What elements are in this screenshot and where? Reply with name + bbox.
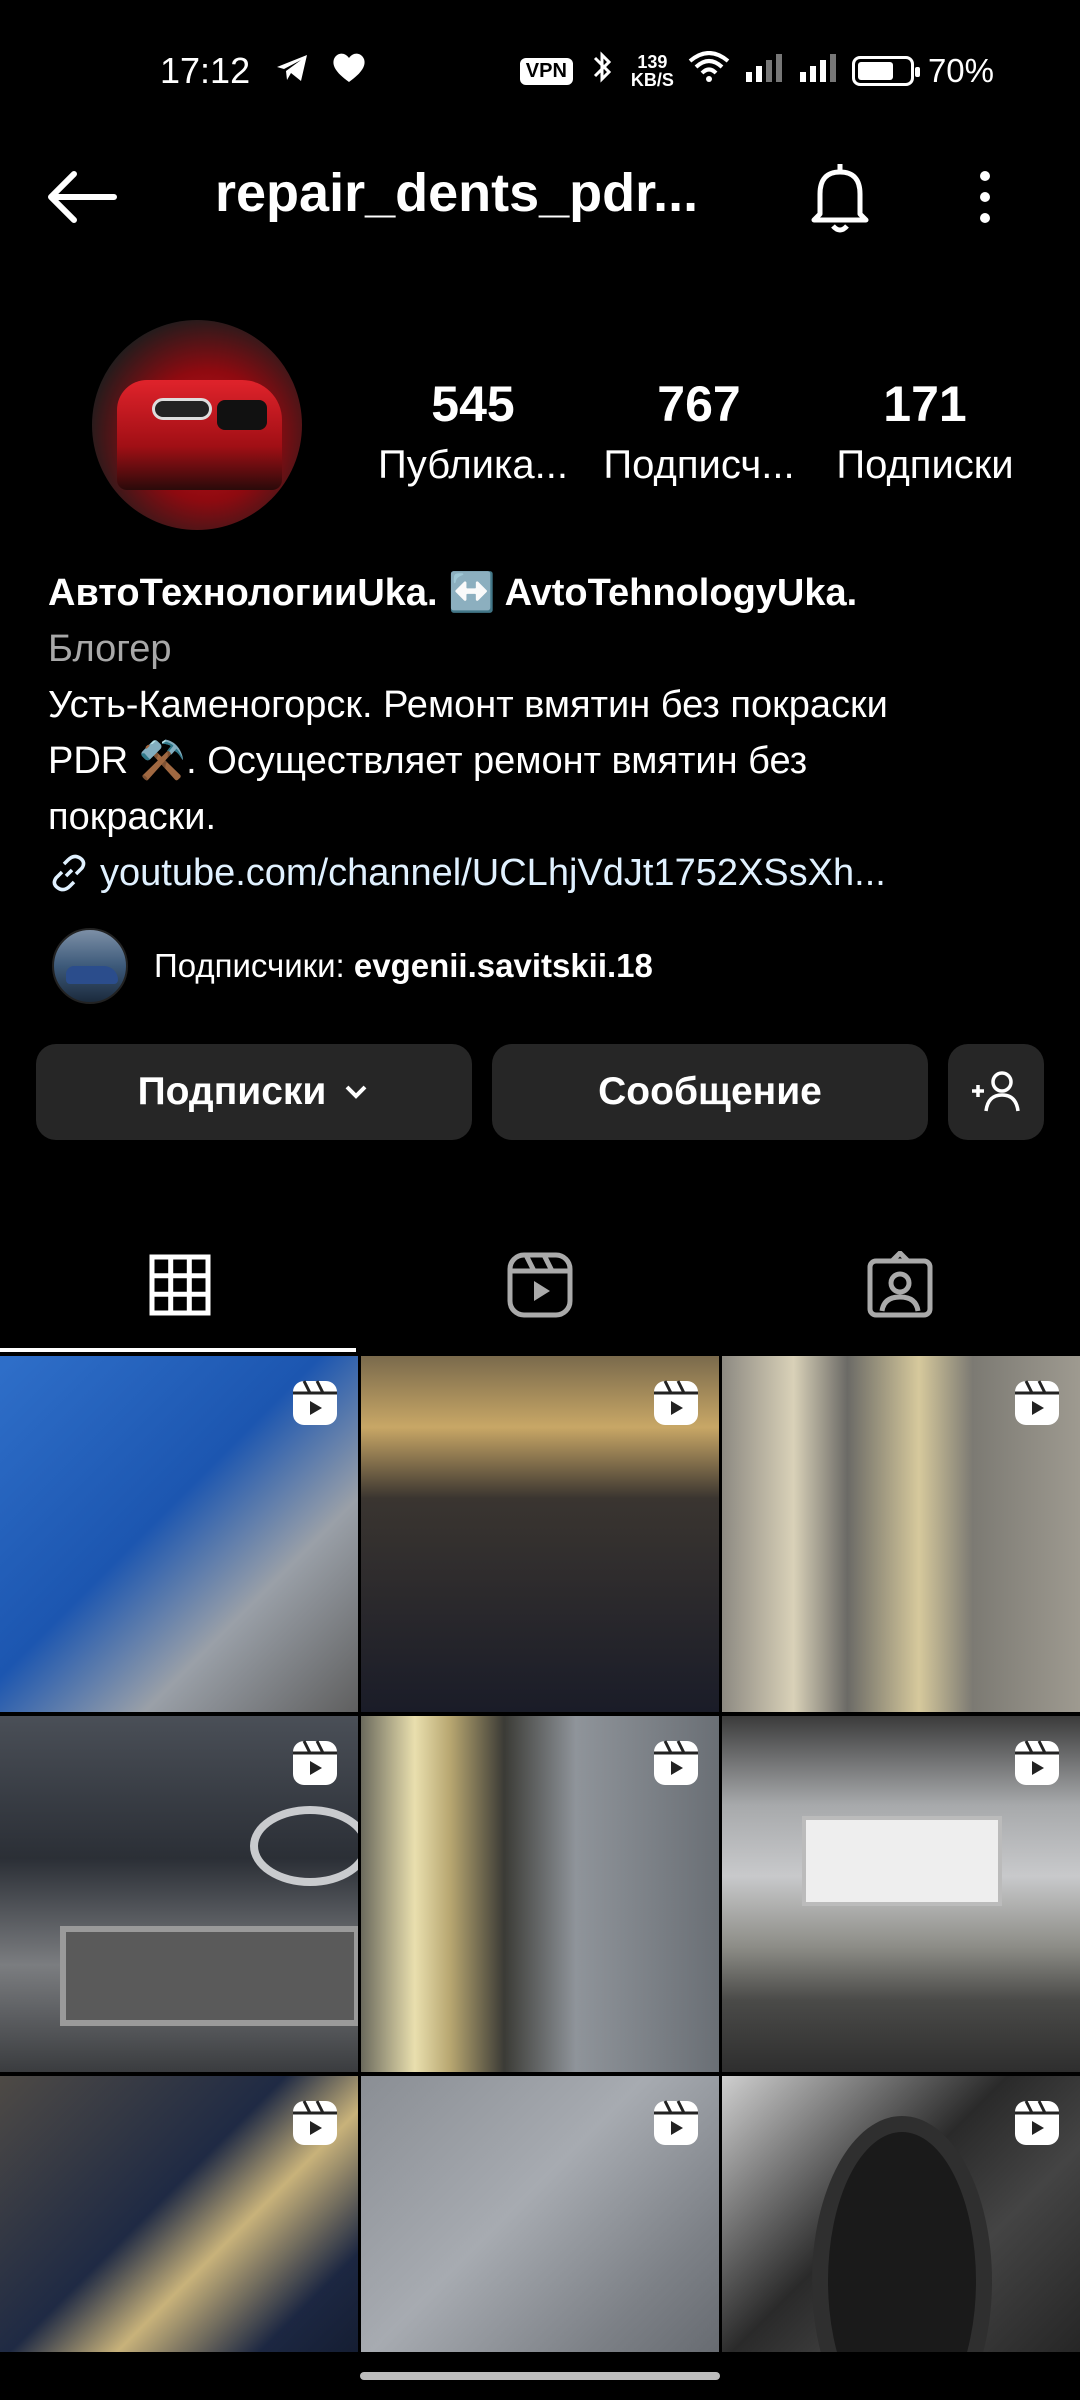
bio-line-1: Усть-Каменогорск. Ремонт вмятин без покр… [48, 684, 888, 726]
following-button[interactable]: Подписки [36, 1044, 472, 1140]
back-button[interactable] [44, 162, 124, 232]
posts-grid [0, 1356, 1080, 2400]
suggest-users-button[interactable] [948, 1044, 1044, 1140]
link-icon [52, 854, 86, 892]
grid-post[interactable] [361, 1356, 719, 1712]
stat-posts-value: 545 [431, 376, 515, 432]
back-arrow-icon [48, 171, 117, 223]
status-time: 17:12 [160, 50, 251, 91]
profile-tabs [0, 1220, 1080, 1352]
followed-by-prefix: Подписчики: [154, 947, 354, 984]
tagged-icon [867, 1251, 933, 1318]
bio-link-text: youtube.com/channel/UCLhjVdJt1752XSsXh..… [100, 852, 886, 894]
message-button-label: Сообщение [598, 1070, 822, 1113]
stat-posts[interactable]: 545 Публика... [360, 375, 586, 488]
notifications-button[interactable] [800, 158, 880, 238]
wifi-icon [688, 51, 730, 91]
bio-link[interactable]: youtube.com/channel/UCLhjVdJt1752XSsXh..… [48, 845, 1048, 901]
more-options-button[interactable] [960, 162, 1010, 232]
grid-icon [149, 1254, 211, 1316]
battery-fill [857, 62, 893, 80]
reel-icon [651, 1738, 701, 1793]
status-left-icons [275, 52, 367, 89]
reel-icon [1012, 1378, 1062, 1433]
heart-icon [331, 52, 367, 89]
license-plate-image [60, 1926, 358, 2026]
reels-icon [507, 1252, 573, 1318]
reel-icon [290, 2098, 340, 2153]
follower-avatar [52, 928, 128, 1004]
bluetooth-icon [587, 50, 617, 92]
battery-icon [851, 56, 920, 86]
avatar-headlight [152, 398, 212, 420]
reel-icon [290, 1378, 340, 1433]
stat-following[interactable]: 171 Подписки [812, 375, 1038, 488]
car-logo-image [250, 1806, 358, 1886]
followed-by-text: Подписчики: evgenii.savitskii.18 [154, 947, 653, 985]
stat-followers[interactable]: 767 Подписч... [586, 375, 812, 488]
grid-post[interactable] [722, 1356, 1080, 1712]
avatar-car-image [117, 380, 282, 490]
profile-bio: АвтоТехнологииUka. ↔️ AvtoTehnologyUka. … [48, 565, 1048, 901]
net-speed-unit: KB/S [630, 70, 674, 90]
vpn-badge: VPN [519, 57, 573, 85]
stat-following-value: 171 [883, 376, 967, 432]
stat-following-label: Подписки [836, 443, 1014, 487]
status-bar: 17:12 VPN 139 KB/S 70% [0, 0, 1080, 140]
net-speed: 139 KB/S [631, 53, 674, 89]
followed-by-name: evgenii.savitskii.18 [353, 947, 653, 984]
add-user-icon [972, 1071, 1020, 1112]
grid-post[interactable] [0, 1716, 358, 2072]
reel-icon [290, 1738, 340, 1793]
status-right: VPN 139 KB/S 70% [519, 50, 994, 92]
home-gesture-handle[interactable] [360, 2372, 720, 2380]
message-button[interactable]: Сообщение [492, 1044, 928, 1140]
blurred-plate-image [802, 1816, 1002, 1906]
reel-icon [651, 2098, 701, 2153]
system-nav-bar [0, 2352, 1080, 2400]
bio-line-2: PDR ⚒️. Осуществляет ремонт вмятин без [48, 740, 808, 782]
profile-avatar[interactable] [92, 320, 302, 530]
telegram-icon [275, 53, 309, 88]
profile-actions: Подписки Сообщение [36, 1044, 1044, 1140]
profile-header: repair_dents_pdr... [0, 150, 1080, 240]
avatar-grille [217, 400, 267, 430]
tab-tagged[interactable] [720, 1220, 1080, 1350]
stat-followers-label: Подписч... [603, 443, 795, 487]
stat-followers-value: 767 [657, 376, 741, 432]
bio-line-3: покраски. [48, 796, 217, 838]
following-button-label: Подписки [137, 1070, 327, 1113]
reel-icon [1012, 1738, 1062, 1793]
profile-stats: 545 Публика... 767 Подписч... 171 Подпис… [360, 375, 1040, 488]
battery-percent: 70% [927, 52, 994, 89]
reel-icon [651, 1378, 701, 1433]
bell-icon [811, 164, 869, 233]
stat-posts-label: Публика... [378, 443, 568, 487]
signal-icon [744, 52, 784, 90]
tab-posts-grid[interactable] [0, 1220, 360, 1352]
profile-display-name: АвтоТехнологииUka. ↔️ AvtoTehnologyUka. [48, 572, 858, 614]
more-vertical-icon [980, 171, 990, 223]
signal-icon-2 [798, 52, 838, 90]
tab-reels[interactable] [360, 1220, 720, 1350]
chevron-down-icon [345, 1085, 367, 1099]
grid-post[interactable] [0, 1356, 358, 1712]
username-title: repair_dents_pdr... [215, 163, 699, 223]
profile-category: Блогер [48, 628, 172, 670]
reel-icon [1012, 2098, 1062, 2153]
grid-post[interactable] [722, 1716, 1080, 2072]
grid-post[interactable] [361, 1716, 719, 2072]
net-speed-value: 139 [637, 52, 668, 72]
followed-by-row[interactable]: Подписчики: evgenii.savitskii.18 [52, 928, 653, 1004]
